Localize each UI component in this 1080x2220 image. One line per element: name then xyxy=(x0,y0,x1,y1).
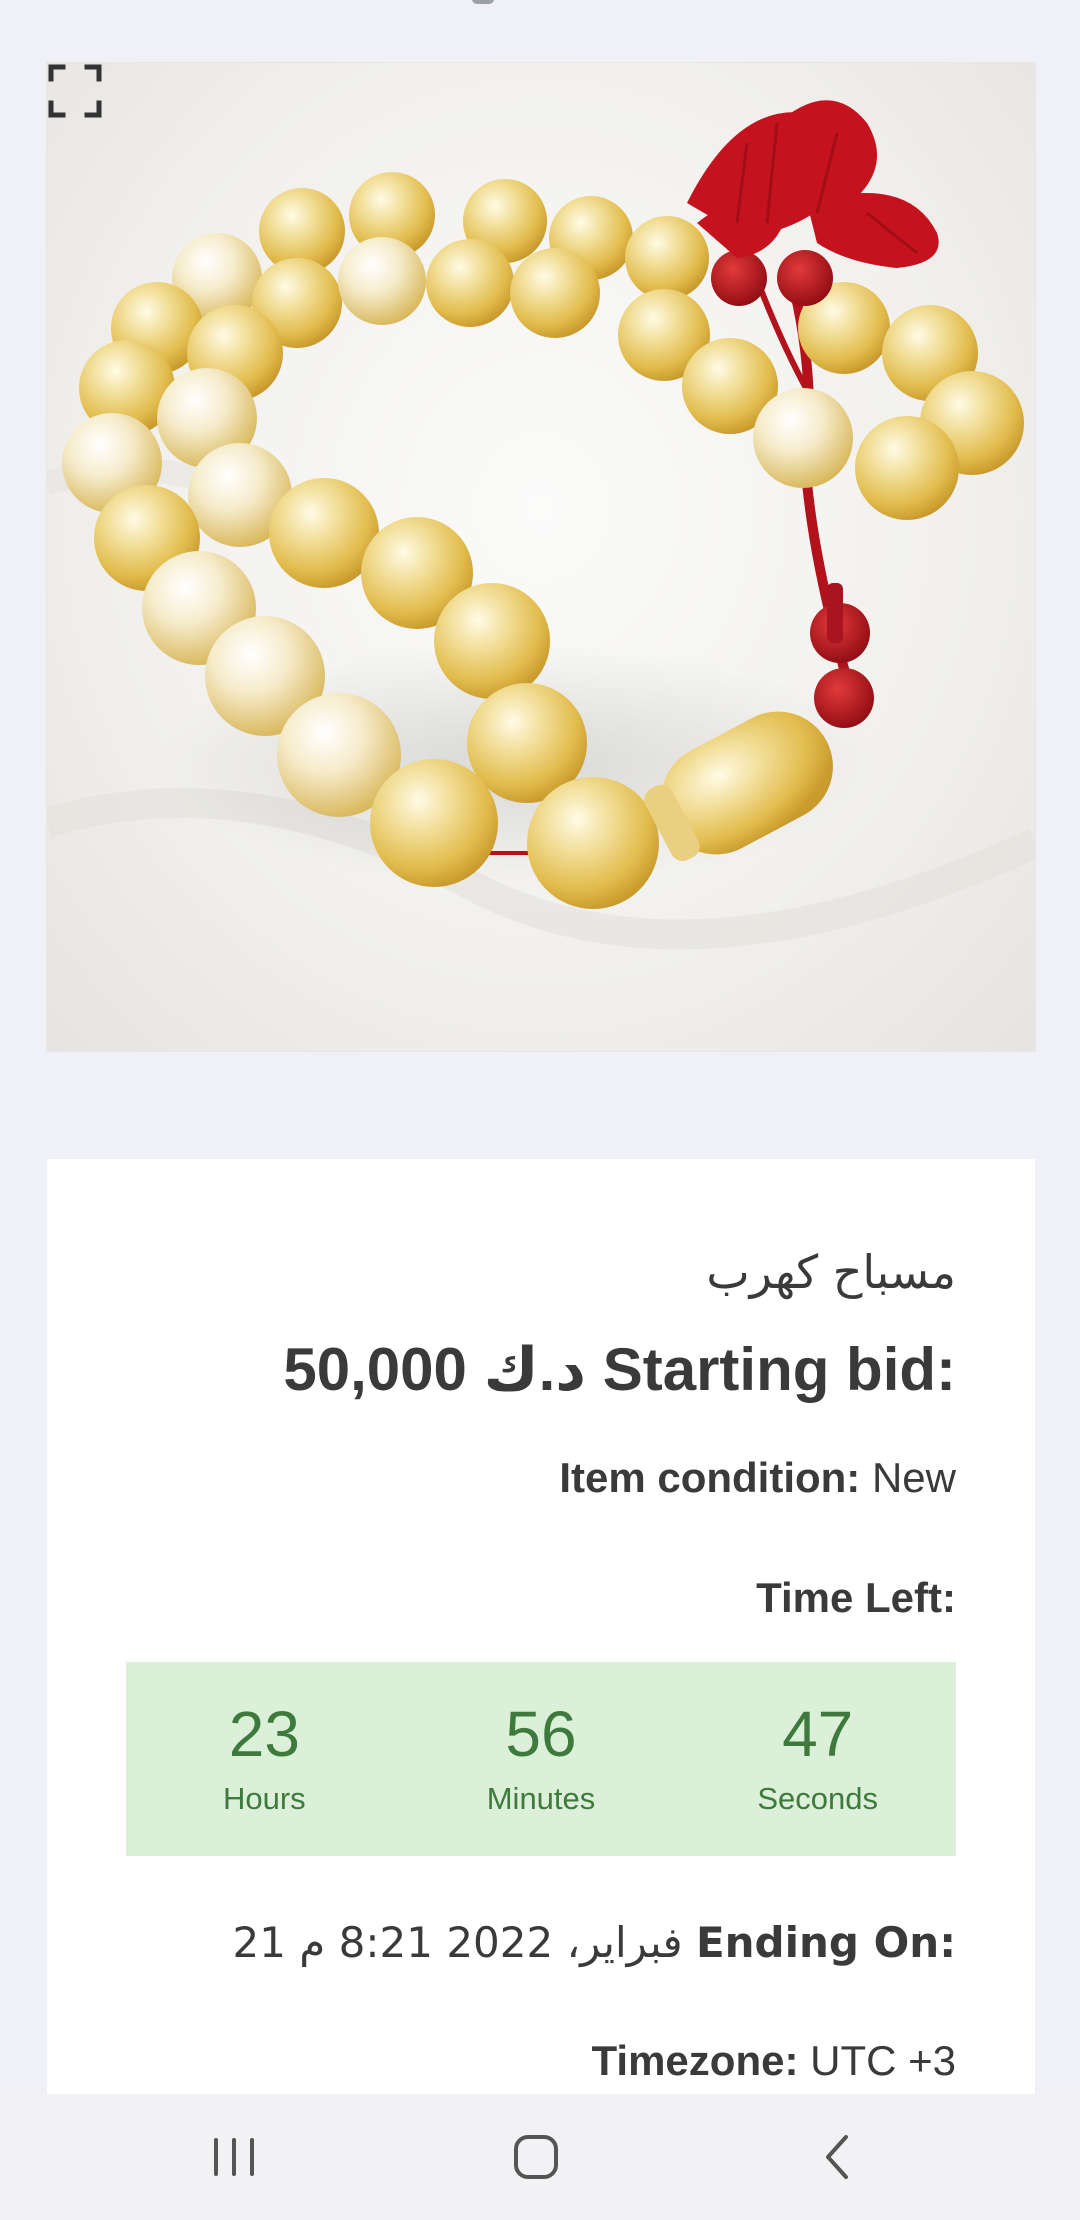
timezone: Timezone: UTC +3 xyxy=(592,2037,956,2085)
timezone-value: UTC +3 xyxy=(810,2037,956,2084)
countdown-minutes: 56 Minutes xyxy=(403,1662,680,1856)
system-navigation-bar xyxy=(0,2094,1080,2220)
starting-bid: 50,000 د.ك Starting bid: xyxy=(283,1335,956,1405)
time-left-label: Time Left: xyxy=(756,1574,956,1621)
auction-item-page: مسباح كهرب 50,000 د.ك Starting bid: Item… xyxy=(0,0,1080,2220)
hours-label: Hours xyxy=(222,1781,306,1816)
top-scroll-remnant xyxy=(472,0,494,4)
condition-value: New xyxy=(871,1454,956,1501)
auction-details-card: مسباح كهرب 50,000 د.ك Starting bid: Item… xyxy=(47,1159,1035,2094)
product-photo[interactable] xyxy=(47,63,1035,1051)
recents-icon[interactable] xyxy=(194,2124,274,2190)
home-icon[interactable] xyxy=(496,2124,576,2190)
starting-bid-label: Starting bid: xyxy=(602,1336,956,1403)
condition-label: Item condition: xyxy=(559,1454,861,1501)
back-icon[interactable] xyxy=(798,2124,878,2190)
minutes-value: 56 xyxy=(505,1698,577,1770)
countdown-seconds: 47 Seconds xyxy=(679,1662,956,1856)
item-condition: Item condition: New xyxy=(559,1454,956,1502)
ending-on-value: 21 فبراير، 2022 8:21 م xyxy=(232,1918,683,1967)
seconds-value: 47 xyxy=(782,1698,854,1770)
amber-beads-illustration xyxy=(47,100,1035,950)
expand-icon[interactable] xyxy=(47,63,103,119)
minutes-label: Minutes xyxy=(486,1781,596,1816)
ending-on-label: Ending On: xyxy=(695,1918,956,1967)
hours-value: 23 xyxy=(228,1698,300,1770)
seconds-label: Seconds xyxy=(757,1781,878,1816)
timezone-label: Timezone: xyxy=(591,2037,799,2084)
countdown-timer: 23 Hours 56 Minutes 47 Seconds xyxy=(126,1662,956,1856)
starting-bid-value: 50,000 د.ك xyxy=(283,1336,587,1403)
countdown-hours: 23 Hours xyxy=(126,1662,403,1856)
item-title: مسباح كهرب xyxy=(706,1245,956,1299)
ending-on: 21 فبراير، 2022 8:21 م Ending On: xyxy=(232,1918,956,1967)
